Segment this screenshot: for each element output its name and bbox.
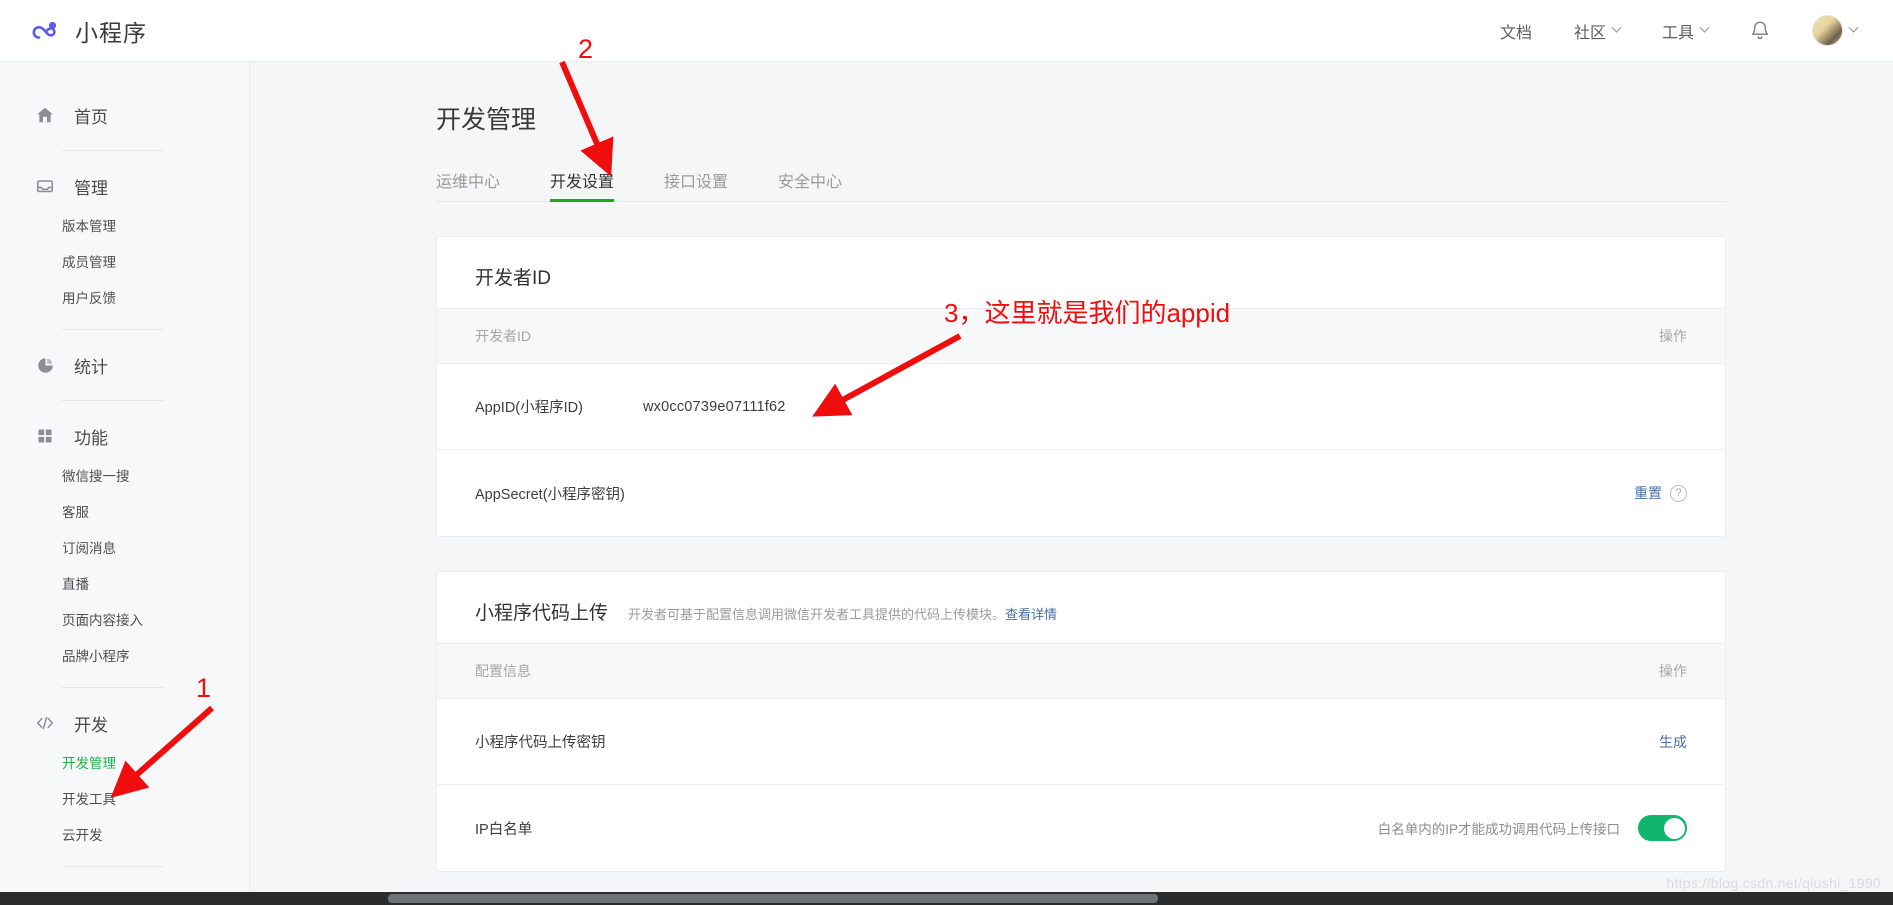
page-title: 开发管理 <box>436 100 1893 136</box>
tab-security-center[interactable]: 安全中心 <box>778 168 842 201</box>
sidebar-subitem-subscribe-message[interactable]: 订阅消息 <box>0 531 249 567</box>
tab-ops-center[interactable]: 运维中心 <box>436 168 500 201</box>
sidebar-item-development[interactable]: 开发 <box>0 700 249 746</box>
sidebar-divider <box>62 329 163 330</box>
header-nav-community-label: 社区 <box>1574 19 1606 43</box>
developer-id-card-head: 开发者ID <box>437 237 1725 308</box>
main-content: 开发管理 运维中心 开发设置 接口设置 安全中心 开发者ID 开发者ID 操作 … <box>250 62 1893 905</box>
developer-id-table-head: 开发者ID 操作 <box>437 308 1725 364</box>
brand-title: 小程序 <box>75 14 147 48</box>
column-header-operation: 操作 <box>1659 326 1687 346</box>
code-upload-card-desc-text: 开发者可基于配置信息调用微信开发者工具提供的代码上传模块。 <box>628 607 1005 622</box>
sidebar: 首页 管理 版本管理 成员管理 用户反馈 统计 <box>0 62 250 905</box>
code-upload-table-head: 配置信息 操作 <box>437 643 1725 699</box>
inbox-icon <box>34 175 56 197</box>
table-row: 小程序代码上传密钥 生成 <box>437 699 1725 785</box>
question-mark-icon[interactable]: ? <box>1670 485 1687 502</box>
tab-api-settings[interactable]: 接口设置 <box>664 168 728 201</box>
appsecret-operations: 重置 ? <box>1634 483 1687 503</box>
chevron-down-icon <box>1612 23 1622 33</box>
sidebar-divider <box>62 687 163 688</box>
table-row: IP白名单 白名单内的IP才能成功调用代码上传接口 <box>437 785 1725 871</box>
sidebar-subitem-member-manage[interactable]: 成员管理 <box>0 245 249 281</box>
header-right: 文档 社区 工具 <box>1458 15 1857 46</box>
header-nav-docs-label: 文档 <box>1500 19 1532 43</box>
developer-id-card-title: 开发者ID <box>475 263 551 290</box>
sidebar-subitem-wechat-search[interactable]: 微信搜一搜 <box>0 459 249 495</box>
scrollbar-cap <box>0 892 250 905</box>
sidebar-subitem-user-feedback[interactable]: 用户反馈 <box>0 281 249 317</box>
sidebar-subitem-cloud-dev[interactable]: 云开发 <box>0 818 249 854</box>
generate-upload-key-link[interactable]: 生成 <box>1659 732 1687 752</box>
sidebar-subitem-brand-mini-program[interactable]: 品牌小程序 <box>0 639 249 675</box>
sidebar-item-statistics-label: 统计 <box>74 353 108 378</box>
appid-label: AppID(小程序ID) <box>475 396 643 417</box>
sidebar-subitem-customer-service[interactable]: 客服 <box>0 495 249 531</box>
column-header-operation: 操作 <box>1659 661 1687 681</box>
upload-key-label: 小程序代码上传密钥 <box>475 731 606 752</box>
column-header-developer-id: 开发者ID <box>475 326 531 346</box>
sidebar-item-features[interactable]: 功能 <box>0 413 249 459</box>
code-upload-card-desc: 开发者可基于配置信息调用微信开发者工具提供的代码上传模块。查看详情 <box>628 604 1057 623</box>
code-upload-card-head: 小程序代码上传 开发者可基于配置信息调用微信开发者工具提供的代码上传模块。查看详… <box>437 572 1725 643</box>
code-upload-card: 小程序代码上传 开发者可基于配置信息调用微信开发者工具提供的代码上传模块。查看详… <box>436 571 1726 872</box>
bell-icon <box>1750 20 1770 42</box>
grid-icon <box>34 425 56 447</box>
header-nav-tools-label: 工具 <box>1662 19 1694 43</box>
mini-program-logo-icon <box>30 14 64 48</box>
sidebar-item-features-label: 功能 <box>74 424 108 449</box>
sidebar-subitem-version-manage[interactable]: 版本管理 <box>0 209 249 245</box>
avatar <box>1812 15 1843 46</box>
appsecret-label: AppSecret(小程序密钥) <box>475 483 625 504</box>
sidebar-subitem-dev-manage[interactable]: 开发管理 <box>0 746 249 782</box>
sidebar-divider <box>62 150 163 151</box>
ip-whitelist-label: IP白名单 <box>475 818 532 839</box>
sidebar-subitem-page-content[interactable]: 页面内容接入 <box>0 603 249 639</box>
header-nav-tools[interactable]: 工具 <box>1662 19 1708 43</box>
code-upload-detail-link[interactable]: 查看详情 <box>1005 607 1057 622</box>
sidebar-item-statistics[interactable]: 统计 <box>0 342 249 388</box>
top-header: 小程序 文档 社区 工具 <box>0 0 1893 62</box>
sidebar-subitem-live[interactable]: 直播 <box>0 567 249 603</box>
ip-whitelist-hint: 白名单内的IP才能成功调用代码上传接口 <box>1378 818 1620 838</box>
sidebar-divider <box>62 400 163 401</box>
home-icon <box>34 104 56 126</box>
sidebar-item-manage-label: 管理 <box>74 174 108 199</box>
developer-id-card: 开发者ID 开发者ID 操作 AppID(小程序ID) wx0cc0739e07… <box>436 236 1726 537</box>
app-root: 小程序 文档 社区 工具 <box>0 0 1893 905</box>
sidebar-subitem-dev-tools[interactable]: 开发工具 <box>0 782 249 818</box>
scrollbar-thumb[interactable] <box>388 894 1158 903</box>
user-menu[interactable] <box>1812 15 1857 46</box>
brand[interactable]: 小程序 <box>30 14 147 48</box>
sidebar-item-home-label: 首页 <box>74 103 108 128</box>
sidebar-divider <box>62 866 163 867</box>
table-row: AppID(小程序ID) wx0cc0739e07111f62 <box>437 364 1725 450</box>
column-header-config-info: 配置信息 <box>475 661 531 681</box>
tab-dev-settings[interactable]: 开发设置 <box>550 168 614 201</box>
table-row: AppSecret(小程序密钥) 重置 ? <box>437 450 1725 536</box>
chevron-down-icon <box>1700 23 1710 33</box>
watermark: https://blog.csdn.net/qiushi_1990 <box>1666 875 1881 891</box>
chevron-down-icon <box>1849 23 1859 33</box>
sidebar-item-manage[interactable]: 管理 <box>0 163 249 209</box>
notifications-button[interactable] <box>1750 20 1770 42</box>
ip-whitelist-toggle[interactable] <box>1638 815 1687 841</box>
horizontal-scrollbar[interactable] <box>250 892 1893 905</box>
ip-whitelist-operations: 白名单内的IP才能成功调用代码上传接口 <box>1378 815 1687 841</box>
appid-value: wx0cc0739e07111f62 <box>643 399 786 415</box>
code-upload-card-title: 小程序代码上传 <box>475 598 608 625</box>
header-nav-docs[interactable]: 文档 <box>1500 19 1532 43</box>
sidebar-item-home[interactable]: 首页 <box>0 92 249 138</box>
code-icon <box>34 712 56 734</box>
upload-key-operations: 生成 <box>1659 732 1687 752</box>
sidebar-item-development-label: 开发 <box>74 711 108 736</box>
header-nav-community[interactable]: 社区 <box>1574 19 1620 43</box>
pie-chart-icon <box>34 354 56 376</box>
tab-bar: 运维中心 开发设置 接口设置 安全中心 <box>436 164 1726 202</box>
toggle-knob <box>1664 818 1685 839</box>
reset-appsecret-link[interactable]: 重置 <box>1634 483 1662 503</box>
